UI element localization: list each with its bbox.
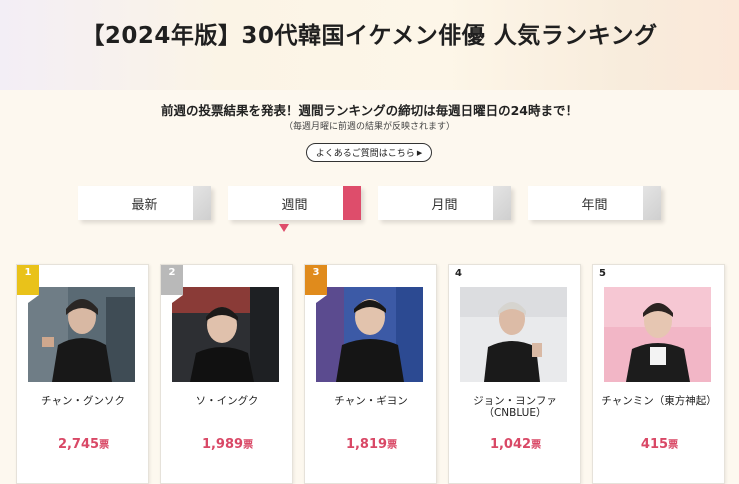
page-title: 【2024年版】30代韓国イケメン俳優 人気ランキング [81,23,658,49]
ranking-card-4[interactable]: 4 ジョン・ヨンファ（CNBLUE） 1,042票 [448,264,581,484]
rank-badge: 2 [161,265,183,303]
tab-label: 週間 [281,197,308,213]
vote-count: 1,989票 [201,437,254,452]
tab-label: 月間 [431,197,458,213]
vote-count: 415票 [640,437,679,452]
actor-photo [28,287,135,382]
tab-weekly[interactable]: 週間 [228,186,361,220]
tab-fold [193,186,211,220]
tab-yearly[interactable]: 年間 [528,186,661,220]
ranking-card-1[interactable]: 1 チャン・グンソク 2,745票 [16,264,149,484]
actor-name: チャンミン（東方神起） [601,395,717,407]
ranking-card-5[interactable]: 5 チャンミン（東方神起） 415票 [592,264,725,484]
play-arrow-icon: ▶ [416,148,423,157]
tab-label: 年間 [581,197,608,213]
faq-label: よくあるご質問はこちら [315,149,415,159]
tab-fold [643,186,661,220]
rank-badge: 3 [305,265,327,303]
actor-name: ソ・イングク [195,395,259,407]
actor-photo [172,287,279,382]
tab-fold [493,186,511,220]
ranking-card-3[interactable]: 3 チャン・ギヨン 1,819票 [304,264,437,484]
tab-label: 最新 [131,197,158,213]
faq-button[interactable]: よくあるご質問はこちら ▶ [306,143,432,162]
actor-name: チャン・ギヨン [334,395,408,407]
active-tab-indicator-icon [279,224,289,232]
rank-number: 4 [455,268,462,279]
vote-count: 2,745票 [57,437,110,452]
actor-photo [604,287,711,382]
rank-number: 5 [599,268,606,279]
actor-photo [460,287,567,382]
results-subnotice: （毎週月曜に前週の結果が反映されます） [283,122,455,132]
actor-photo [316,287,423,382]
actor-name: ジョン・ヨンファ（CNBLUE） [473,395,557,419]
actor-name: チャン・グンソク [41,395,125,407]
tab-latest[interactable]: 最新 [78,186,211,220]
ranking-card-2[interactable]: 2 ソ・イングク 1,989票 [160,264,293,484]
rank-badge: 1 [17,265,39,303]
vote-count: 1,042票 [489,437,542,452]
tab-monthly[interactable]: 月間 [378,186,511,220]
results-notice: 前週の投票結果を発表！週間ランキングの締切は毎週日曜日の24時まで！ [160,103,579,118]
vote-count: 1,819票 [345,437,398,452]
tab-fold [343,186,361,220]
